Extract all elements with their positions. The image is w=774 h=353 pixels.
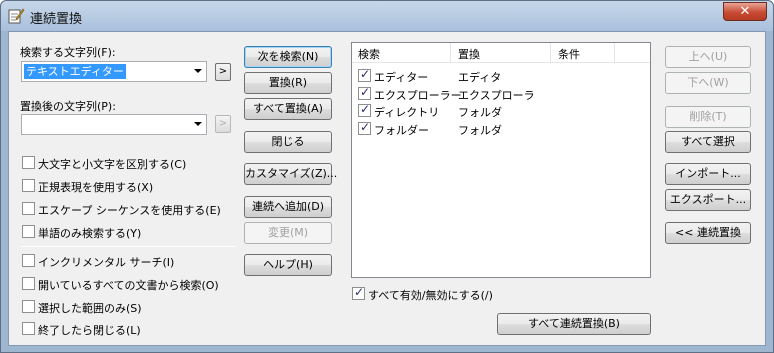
move-up-button[interactable]: 上へ(U) [665, 46, 751, 68]
change-button[interactable]: 変更(M) [244, 222, 332, 244]
options-divider [21, 246, 236, 247]
column-replace-header[interactable]: 置換 [458, 46, 480, 62]
replace-history-button[interactable]: > [215, 115, 231, 133]
row-replace: エクスプローラ [458, 89, 535, 102]
row-enabled-checkbox[interactable] [358, 120, 371, 135]
search-value: テキストエディター [24, 64, 126, 79]
list-row[interactable]: ディレクトリ フォルダ [352, 102, 650, 120]
window-title: 連続置換 [30, 12, 83, 27]
search-all-docs-checkbox[interactable] [22, 277, 35, 290]
incremental-search-checkbox[interactable] [22, 254, 35, 267]
case-sensitive-label[interactable]: 大文字と小文字を区別する(C) [38, 156, 186, 172]
toggle-all-checkbox[interactable] [352, 285, 365, 300]
regex-label[interactable]: 正規表現を使用する(X) [38, 179, 153, 195]
search-all-docs-label[interactable]: 開いているすべての文書から検索(O) [38, 277, 219, 293]
replacement-list[interactable]: 検索 置換 条件 エディター エディタ エクスプローラー エクスプローラ ディレ… [351, 42, 651, 278]
column-find-header[interactable]: 検索 [358, 46, 380, 62]
row-enabled-checkbox[interactable] [358, 102, 371, 117]
column-condition-header[interactable]: 条件 [558, 46, 580, 62]
dialog-body: 検索する文字列(F): テキストエディター > 置換後の文字列(P): > 大文… [8, 31, 766, 346]
toggle-all-label[interactable]: すべて有効/無効にする(/) [368, 287, 493, 303]
batch-replace-toggle-button[interactable]: << 連続置換 [665, 222, 751, 244]
select-all-button[interactable]: すべて選択 [665, 131, 751, 153]
list-row[interactable]: エクスプローラー エクスプローラ [352, 85, 650, 103]
selection-only-checkbox[interactable] [22, 300, 35, 313]
row-find: エディター [374, 71, 429, 84]
whole-word-label[interactable]: 単語のみ検索する(Y) [38, 225, 141, 241]
delete-button[interactable]: 削除(T) [665, 106, 751, 128]
chevron-down-icon[interactable] [194, 122, 202, 126]
find-next-button[interactable]: 次を検索(N) [244, 46, 332, 68]
whole-word-checkbox[interactable] [22, 225, 35, 238]
customize-button[interactable]: カスタマイズ(Z)... [244, 163, 337, 185]
row-enabled-checkbox[interactable] [358, 85, 371, 100]
escape-sequence-checkbox[interactable] [22, 202, 35, 215]
replace-label: 置換後の文字列(P): [20, 100, 116, 113]
help-button[interactable]: ヘルプ(H) [244, 254, 332, 276]
close-when-done-label[interactable]: 終了したら閉じる(L) [38, 322, 141, 338]
column-divider[interactable] [450, 43, 451, 63]
list-header: 検索 置換 条件 [352, 43, 650, 63]
row-find: エクスプローラー [374, 89, 462, 102]
search-history-button[interactable]: > [215, 63, 231, 81]
dialog-window: 連続置換 ✕ 検索する文字列(F): テキストエディター > 置換後の文字列(P… [0, 0, 774, 353]
close-button[interactable]: 閉じる [244, 131, 332, 153]
title-bar[interactable]: 連続置換 ✕ [1, 1, 773, 31]
row-find: ディレクトリ [374, 106, 440, 119]
chevron-down-icon[interactable] [194, 69, 202, 73]
row-find: フォルダー [374, 124, 429, 137]
regex-checkbox[interactable] [22, 179, 35, 192]
row-enabled-checkbox[interactable] [358, 67, 371, 82]
list-row[interactable]: フォルダー フォルダ [352, 120, 650, 138]
replace-combobox[interactable] [21, 114, 207, 135]
selection-only-label[interactable]: 選択した範囲のみ(S) [38, 300, 142, 316]
column-divider[interactable] [614, 43, 615, 63]
add-to-batch-button[interactable]: 連続へ追加(D) [244, 196, 332, 218]
case-sensitive-checkbox[interactable] [22, 156, 35, 169]
search-combobox[interactable]: テキストエディター [21, 61, 207, 82]
close-window-button[interactable]: ✕ [723, 2, 767, 21]
column-divider[interactable] [550, 43, 551, 63]
search-label: 検索する文字列(F): [20, 46, 116, 59]
incremental-search-label[interactable]: インクリメンタル サーチ(I) [38, 254, 174, 270]
close-when-done-checkbox[interactable] [22, 322, 35, 335]
import-button[interactable]: インポート... [665, 163, 751, 185]
row-replace: エディタ [458, 71, 502, 84]
replace-button[interactable]: 置換(R) [244, 72, 332, 94]
run-all-batch-button[interactable]: すべて連続置換(B) [497, 313, 651, 335]
replace-all-button[interactable]: すべて置換(A) [244, 98, 332, 120]
escape-sequence-label[interactable]: エスケープ シーケンスを使用する(E) [38, 202, 221, 218]
list-row[interactable]: エディター エディタ [352, 67, 650, 85]
row-replace: フォルダ [458, 106, 502, 119]
export-button[interactable]: エクスポート... [665, 189, 751, 211]
notepad-pen-icon [8, 8, 25, 24]
row-replace: フォルダ [458, 124, 502, 137]
move-down-button[interactable]: 下へ(W) [665, 72, 751, 94]
